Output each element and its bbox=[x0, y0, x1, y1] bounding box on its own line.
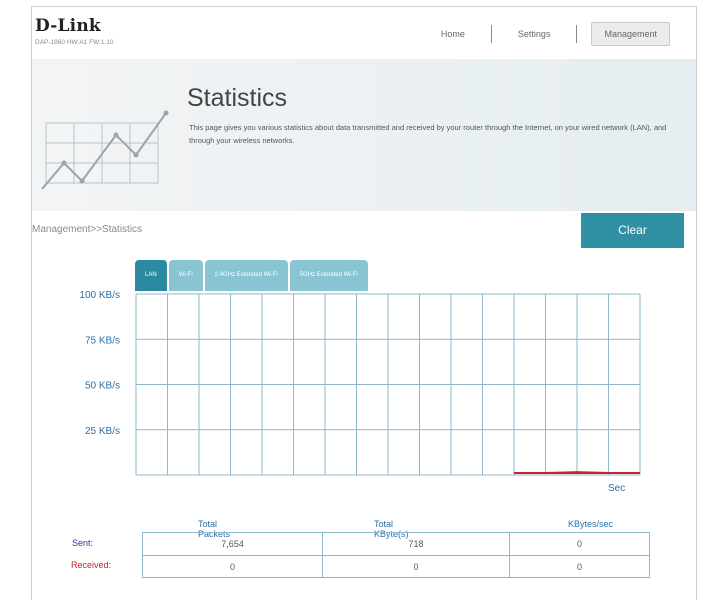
breadcrumb: Management>>Statistics bbox=[32, 224, 143, 235]
sent-label: Sent: bbox=[72, 538, 94, 548]
page-banner: Statistics This page gives you various s… bbox=[32, 59, 696, 211]
y-tick-label: 75 KB/s bbox=[85, 335, 120, 346]
clear-button[interactable]: Clear bbox=[581, 213, 684, 248]
chart-grid bbox=[135, 293, 641, 476]
x-axis-unit: Sec bbox=[608, 483, 625, 494]
nav-home[interactable]: Home bbox=[429, 22, 477, 46]
sent-total-kbytes: 718 bbox=[322, 533, 509, 555]
received-total-packets: 0 bbox=[229, 562, 235, 572]
breadcrumb-row: Management>>Statistics Clear bbox=[32, 211, 696, 251]
page-title: Statistics bbox=[187, 84, 288, 112]
traffic-chart: 100 KB/s 75 KB/s 50 KB/s 25 KB/s Sec bbox=[79, 290, 641, 494]
chart-y-ticks: 100 KB/s 75 KB/s 50 KB/s 25 KB/s bbox=[79, 290, 120, 437]
statistics-grid: 7,654 718 0 0 0 0 bbox=[142, 532, 650, 578]
received-label: Received: bbox=[71, 560, 112, 570]
statistics-chart-icon bbox=[41, 110, 169, 190]
sent-kbytes-per-sec: 0 bbox=[509, 533, 649, 555]
y-tick-label: 100 KB/s bbox=[79, 290, 120, 301]
table-row: 7,654 718 0 bbox=[143, 533, 649, 555]
received-kbytes-per-sec: 0 bbox=[509, 556, 649, 577]
y-tick-label: 25 KB/s bbox=[85, 426, 120, 437]
received-total-kbytes: 0 bbox=[322, 556, 509, 577]
nav-divider bbox=[490, 25, 492, 43]
chart-series bbox=[514, 471, 640, 474]
nav-divider bbox=[576, 25, 578, 43]
page-description: This page gives you various statistics a… bbox=[189, 123, 667, 145]
main-nav: Home Settings Management bbox=[429, 22, 670, 46]
nav-settings[interactable]: Settings bbox=[506, 22, 563, 46]
top-bar: D-Link DAP-1860 HW:A1 FW:1.10 Home Setti… bbox=[32, 7, 696, 59]
y-tick-label: 50 KB/s bbox=[85, 381, 120, 392]
sent-total-packets: 7,654 bbox=[221, 539, 244, 549]
table-row: 0 0 0 bbox=[143, 555, 649, 577]
page-frame: D-Link DAP-1860 HW:A1 FW:1.10 Home Setti… bbox=[31, 6, 697, 600]
model-info: DAP-1860 HW:A1 FW:1.10 bbox=[35, 39, 114, 46]
dlink-logo[interactable]: D-Link bbox=[35, 16, 101, 36]
header-kbytes-per-sec: KBytes/sec bbox=[568, 519, 614, 529]
nav-management[interactable]: Management bbox=[591, 22, 670, 46]
